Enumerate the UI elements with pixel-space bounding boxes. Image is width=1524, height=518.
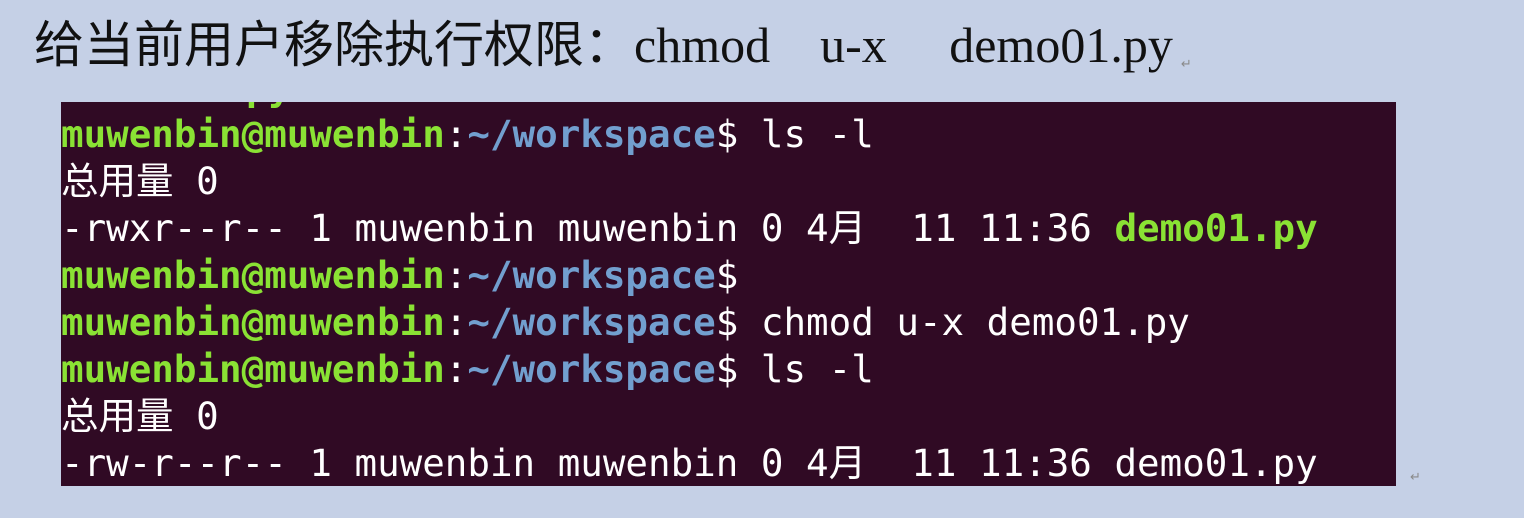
terminal-prompt-line: muwenbin@muwenbin:~/workspace$ chmod u-x… bbox=[61, 299, 1190, 346]
terminal-output-line: 总用量 0 bbox=[61, 159, 219, 203]
file-listing-line: -rwxr--r-- 1 muwenbin muwenbin 0 4月 11 1… bbox=[61, 205, 1318, 252]
prompt-dollar: $ bbox=[715, 347, 739, 391]
heading-chinese-text: 给当前用户移除执行权限： bbox=[34, 16, 634, 74]
file-listing-line: -rw-r--r-- 1 muwenbin muwenbin 0 4月 11 1… bbox=[61, 440, 1318, 486]
prompt-path: ~/workspace bbox=[467, 112, 716, 156]
heading-command-text: chmod u-x demo01.py bbox=[634, 17, 1173, 73]
prompt-dollar: $ bbox=[715, 112, 739, 156]
typed-command: chmod u-x demo01.py bbox=[738, 300, 1190, 344]
prompt-separator: : bbox=[444, 112, 468, 156]
clipped-previous-line: py bbox=[246, 102, 326, 111]
slide-heading: 给当前用户移除执行权限：chmod u-x demo01.py ↵ bbox=[34, 10, 1192, 80]
prompt-separator: : bbox=[444, 253, 468, 297]
terminal-output-line: 总用量 0 bbox=[61, 394, 219, 438]
prompt-separator: : bbox=[444, 347, 468, 391]
prompt-user-host: muwenbin@muwenbin bbox=[61, 112, 445, 156]
terminal-prompt-line: muwenbin@muwenbin:~/workspace$ ls -l bbox=[61, 346, 874, 393]
paragraph-mark-icon: ↵ bbox=[1410, 470, 1421, 485]
prompt-path: ~/workspace bbox=[467, 253, 716, 297]
prompt-dollar: $ bbox=[715, 253, 739, 297]
file-metadata: -rwxr--r-- 1 muwenbin muwenbin 0 4月 11 1… bbox=[61, 206, 1115, 250]
prompt-user-host: muwenbin@muwenbin bbox=[61, 300, 445, 344]
prompt-user-host: muwenbin@muwenbin bbox=[61, 347, 445, 391]
prompt-path: ~/workspace bbox=[467, 300, 716, 344]
terminal-window: py muwenbin@muwenbin:~/workspace$ ls -l总… bbox=[61, 102, 1396, 486]
typed-command: ls -l bbox=[738, 112, 874, 156]
terminal-prompt-line: muwenbin@muwenbin:~/workspace$ bbox=[61, 252, 738, 299]
file-name: demo01.py bbox=[1114, 206, 1318, 250]
prompt-user-host: muwenbin@muwenbin bbox=[61, 253, 445, 297]
file-metadata: -rw-r--r-- 1 muwenbin muwenbin 0 4月 11 1… bbox=[61, 441, 1115, 485]
prompt-path: ~/workspace bbox=[467, 347, 716, 391]
paragraph-mark-icon: ↵ bbox=[1180, 57, 1192, 72]
file-name: demo01.py bbox=[1114, 441, 1318, 485]
terminal-prompt-line: muwenbin@muwenbin:~/workspace$ ls -l bbox=[61, 111, 874, 158]
prompt-dollar: $ bbox=[715, 300, 739, 344]
typed-command: ls -l bbox=[738, 347, 874, 391]
prompt-separator: : bbox=[444, 300, 468, 344]
